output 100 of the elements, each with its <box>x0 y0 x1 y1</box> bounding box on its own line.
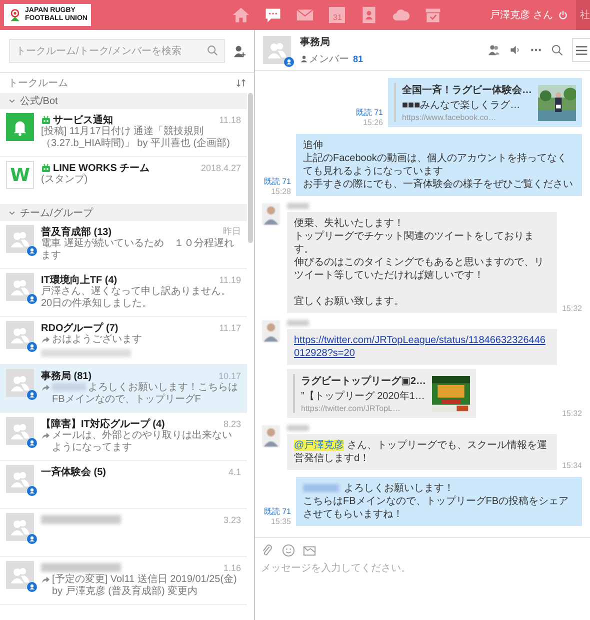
room-item[interactable]: 【障害】IT対応グループ (4) 8.23 メールは、外部とのやり取りは出来ないようになってます <box>0 413 247 461</box>
room-title: 【障害】IT対応グループ (4) <box>41 417 165 430</box>
room-item[interactable]: IT環境向上TF (4) 11.19 戸澤さん、遅くなって申し訳ありません。20日の件承知しました。 <box>0 269 247 317</box>
power-icon[interactable] <box>558 10 568 20</box>
group-badge-icon <box>27 390 37 400</box>
group-badge-icon <box>27 438 37 448</box>
message-preview: 電車 遅延が続いているため １０分程遅れます <box>41 238 235 262</box>
member-count[interactable]: 81 <box>353 54 364 64</box>
read-receipt[interactable]: 既読 71 <box>264 506 291 517</box>
group-badge-icon <box>27 246 37 256</box>
read-receipt[interactable]: 既読 71 <box>264 176 291 187</box>
group-avatar-icon <box>6 369 34 397</box>
message-time: 15:26 <box>362 118 383 127</box>
room-title: 普及育成部 (13) <box>41 225 112 238</box>
group-badge-icon <box>27 534 37 544</box>
room-title: 一斉体験会 (5) <box>41 465 106 478</box>
list-label: トークルーム <box>8 77 68 90</box>
group-badge-icon <box>27 486 37 496</box>
message-text: 伸びるのはこのタイミングでもあると思いますので、リツイート等していただければ嬉しいです！ <box>294 257 544 281</box>
group-avatar-icon <box>263 36 291 64</box>
message-preview: (スタンプ) <box>41 174 89 186</box>
message-text: トップリーグでチケット関連のツイートをしております。 <box>294 231 534 255</box>
read-receipt[interactable]: 既読 71 <box>356 107 383 118</box>
sort-icon[interactable] <box>236 78 246 88</box>
group-badge-icon <box>27 294 37 304</box>
group-badge-icon <box>284 57 294 67</box>
avatar-icon[interactable] <box>262 320 280 342</box>
message-preview: 戸澤さん、遅くなって申し訳ありません。20日の件承知しました。 <box>41 286 232 310</box>
room-date: 4.1 <box>228 466 241 476</box>
room-item[interactable]: サービス通知 11.18 [投稿] 11月17日付け 通達「競技規則（3.27.b_HIA時間)」 by 平川喜也 (企画部) <box>0 109 247 157</box>
members-label: メンバー <box>309 52 349 66</box>
card-description: ”【トップリーグ 2020年1… <box>301 390 426 403</box>
link-preview-card[interactable]: 全国一斉！ラグビー体験会… ■■■みんなで楽しくラグ… https://www.facebook.co… <box>388 78 582 127</box>
scrollbar[interactable] <box>248 93 253 243</box>
message-text: 上記のFacebookの動画は、個人のアカウントを持ってなくても見れるようになっています <box>303 153 567 177</box>
message-preview: [投稿] 11月17日付け 通達「競技規則（3.27.b_HIA時間)」 by 平川喜也 (企画部) <box>41 126 231 150</box>
speaker-icon[interactable] <box>509 44 521 56</box>
message-preview: よろしくお願いします！こちらはFBメインなので、トップリーグF <box>52 382 239 406</box>
message-preview: メールは、外部とのやり取りは出来ないようになってます <box>52 430 233 454</box>
group-avatar-icon <box>6 465 34 493</box>
message-text: 追伸 <box>303 140 323 151</box>
card-url: https://twitter.com/JRTopL… <box>301 404 402 413</box>
room-date: 2018.4.27 <box>200 162 241 172</box>
message-preview: [予定の変更] Vol11 送信日 2019/01/25(金) by 戸澤克彦 (普及育成部) 変更内 <box>52 574 238 598</box>
room-date: 11.17 <box>219 322 241 332</box>
room-date: 昨日 <box>223 225 241 238</box>
section-header[interactable]: 公式/Bot <box>0 93 247 109</box>
card-title: 全国一斉！ラグビー体験会… <box>402 83 532 97</box>
room-title: IT環境向上TF (4) <box>41 273 118 286</box>
card-description: ■■■みんなで楽しくラグ… <box>402 99 522 112</box>
room-name: 事務局 <box>300 36 331 48</box>
avatar-icon[interactable] <box>262 203 280 225</box>
link[interactable]: https://twitter.com/JRTopLeague/status/11846632326446012928?s=20 <box>294 334 550 360</box>
room-date: 8.23 <box>223 418 241 428</box>
mention-tag[interactable]: @戸澤克彦 <box>294 440 344 451</box>
room-date: 11.18 <box>219 114 241 124</box>
message-time: 15:32 <box>562 409 582 418</box>
emoji-icon[interactable] <box>282 544 295 557</box>
search-icon[interactable] <box>551 44 563 56</box>
section-header[interactable]: チーム/グループ <box>0 205 247 221</box>
room-title: サービス通知 <box>53 114 113 126</box>
add-member-icon[interactable] <box>233 44 246 58</box>
message-text: お手すきの際にでも、一斉体験会の様子をぜひご覧ください <box>303 179 573 190</box>
room-date: 11.19 <box>219 274 241 284</box>
paperclip-icon[interactable] <box>261 544 274 557</box>
search-icon <box>207 45 218 56</box>
avatar-icon[interactable] <box>262 425 280 447</box>
card-url: https://www.facebook.co… <box>402 113 498 122</box>
room-title: 事務局 (81) <box>41 370 92 382</box>
room-title: RDOグループ (7) <box>41 321 118 334</box>
sticker-icon[interactable] <box>303 544 316 557</box>
home-nav-button[interactable] <box>231 5 252 25</box>
group-avatar-icon <box>6 321 34 349</box>
message-text: 便乗、失礼いたします！ <box>294 218 404 229</box>
bell-avatar-icon <box>6 113 34 141</box>
search-field[interactable]: トークルーム/トーク/メンバーを検索 <box>9 39 225 63</box>
group-avatar-icon <box>6 513 34 541</box>
section-title: チーム/グループ <box>20 206 93 220</box>
group-badge-icon <box>27 582 37 592</box>
link-preview-card[interactable]: ラグビートップリーグ▣2… ”【トップリーグ 2020年1… https://twitter.com/JRTopL… <box>287 369 476 418</box>
room-date: 3.23 <box>223 514 241 524</box>
menu-button[interactable] <box>572 38 590 62</box>
message-text: こちらはFBメインなので、トップリーグFBの投稿をシェアさせてもらいますね！ <box>303 496 569 520</box>
message-text: 宜しくお願い致します。 <box>294 296 404 307</box>
group-avatar-icon <box>6 225 34 253</box>
message-text: よろしくお願いします！ <box>344 483 454 494</box>
person-icon <box>300 54 308 62</box>
room-item[interactable]: 一斉体験会 (5) 4.1 <box>0 461 247 509</box>
room-item[interactable]: 1.16 [予定の変更] Vol11 送信日 2019/01/25(金) by 戸澤克彦 (普及育成部) 変更内 <box>0 557 247 605</box>
room-title: LINE WORKS チーム <box>53 162 150 174</box>
group-avatar-icon <box>6 417 34 445</box>
message-time: 15:28 <box>270 187 291 196</box>
message-time: 15:34 <box>562 461 582 470</box>
room-item[interactable]: 事務局 (81) 10.17 よろしくお願いします！こちらはFBメインなので、トップリーグF <box>0 365 247 413</box>
card-title: ラグビートップリーグ▣2… <box>301 374 426 388</box>
room-item[interactable]: 普及育成部 (13) 昨日 電車 遅延が続いているため １０分程遅れます <box>0 221 247 269</box>
message-preview: おはようございます <box>52 334 143 346</box>
group-avatar-icon <box>6 561 34 589</box>
members-icon[interactable] <box>488 44 500 56</box>
group-badge-icon <box>27 342 37 352</box>
